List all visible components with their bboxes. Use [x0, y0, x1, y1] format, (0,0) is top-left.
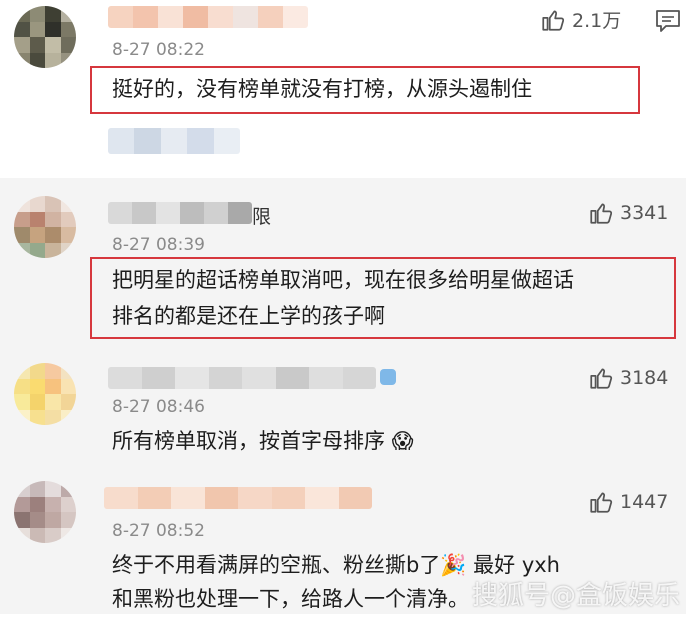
- thumbs-up-icon: [590, 492, 613, 513]
- avatar[interactable]: [14, 481, 76, 543]
- like-count: 3341: [620, 202, 669, 224]
- like-button[interactable]: 2.1万: [540, 6, 621, 33]
- username-blurred[interactable]: [108, 202, 252, 224]
- like-button[interactable]: 3341: [588, 200, 668, 226]
- avatar[interactable]: [14, 363, 76, 425]
- username-suffix: 限: [252, 206, 272, 228]
- comment-item: 1447 8-27 08:52 终于不用看满屏的空瓶、粉丝撕b了🎉 最好 yxh…: [0, 473, 686, 614]
- like-count: 1447: [620, 491, 669, 513]
- comment-item: 限 3341 8-27 08:39 把明星的超话榜单取消吧，现在很多给明星做超话…: [0, 178, 686, 353]
- comment-item: 2.1万 8-27 08:22 挺好的，没有榜单就没有打榜，从源头遏制住: [0, 0, 686, 178]
- username-blurred[interactable]: [108, 367, 376, 389]
- username-blurred[interactable]: [108, 6, 308, 28]
- comment-text-line: 把明星的超话榜单取消吧，现在很多给明星做超话: [112, 268, 574, 292]
- like-button[interactable]: 3184: [588, 365, 668, 391]
- comment-icon[interactable]: [654, 8, 682, 34]
- comment-text: 挺好的，没有榜单就没有打榜，从源头遏制住: [112, 77, 532, 101]
- thumbs-up-icon: [590, 203, 613, 224]
- comment-time: 8-27 08:46: [112, 397, 205, 417]
- comment-text: 所有榜单取消，按首字母排序 😱: [112, 429, 414, 453]
- reply-blurred[interactable]: [108, 128, 240, 154]
- comment-time: 8-27 08:52: [112, 521, 205, 541]
- thumbs-up-icon: [542, 9, 565, 31]
- comment-text-line: 和黑粉也处理一下，给路人一个清净。: [112, 587, 469, 611]
- avatar[interactable]: [14, 196, 76, 258]
- comment-time: 8-27 08:22: [112, 40, 205, 60]
- avatar[interactable]: [14, 6, 76, 68]
- username-blurred[interactable]: [104, 487, 372, 509]
- watermark: 搜狐号@盒饭娱乐: [471, 581, 680, 611]
- thumbs-up-icon: [590, 368, 613, 389]
- comment-text-line: 排名的都是还在上学的孩子啊: [112, 304, 385, 328]
- like-count: 3184: [620, 367, 669, 389]
- badge-icon: [380, 369, 396, 385]
- like-button[interactable]: 1447: [588, 489, 668, 515]
- comment-time: 8-27 08:39: [112, 235, 205, 255]
- like-count: 2.1万: [572, 10, 622, 32]
- comment-item: 3184 8-27 08:46 所有榜单取消，按首字母排序 😱: [0, 353, 686, 473]
